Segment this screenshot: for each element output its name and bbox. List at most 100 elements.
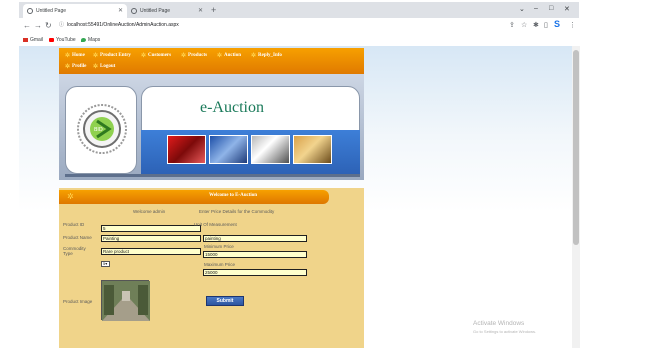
bookmarks-bar: Gmail YouTube Maps	[19, 34, 579, 46]
banner-photo	[209, 135, 248, 164]
site-header-banner: BID e-Auction	[59, 74, 364, 180]
back-icon[interactable]: ←	[23, 21, 31, 30]
bookmark-label: Gmail	[30, 37, 44, 43]
nav-link-reply-info[interactable]: ✲ Reply_Info	[251, 52, 282, 59]
max-price-input[interactable]: 25000	[203, 269, 307, 276]
page-viewport: ✲ Home ✲ Product Entry ✲ Customers ✲ Product…	[19, 46, 580, 348]
profile-icon[interactable]: S	[554, 19, 560, 29]
instruction-text: Enter Price Details for the Commodity	[199, 209, 275, 214]
banner-photo	[167, 135, 206, 164]
youtube-icon	[49, 38, 54, 42]
bookmark-label: Maps	[88, 37, 101, 43]
page-favicon-icon	[27, 8, 33, 14]
min-price-input[interactable]: 15000	[203, 251, 307, 258]
watermark-subtitle: Go to Settings to activate Windows.	[473, 329, 537, 334]
url-field[interactable]: ⓘ localhost:55491/OnlineAuction/AdminAuct…	[59, 21, 179, 28]
gmail-icon	[23, 38, 28, 42]
nav-link-logout[interactable]: ✲ Logout	[93, 63, 115, 70]
site-info-icon[interactable]: ⓘ	[59, 22, 64, 28]
bidding-logo: BID	[77, 104, 127, 154]
nav-link-label: Auction	[224, 53, 241, 58]
commodity-type-label: Commodity Type	[63, 246, 86, 256]
nav-link-label: Product Entry	[100, 53, 131, 58]
nav-link-label: Home	[72, 53, 85, 58]
minimize-icon[interactable]: –	[534, 5, 538, 12]
nav-link-auction[interactable]: ✲ Auction	[217, 52, 241, 59]
nav-link-home[interactable]: ✲ Home	[65, 52, 85, 59]
star-icon: ✲	[217, 53, 223, 59]
commodity-type-input[interactable]: Rare product	[101, 248, 201, 255]
min-price-label: Minimum Price	[204, 244, 234, 249]
header-divider	[65, 174, 360, 177]
max-price-label: Maximum Price	[204, 262, 236, 267]
site-nav-bar: ✲ Home ✲ Product Entry ✲ Customers ✲ Product…	[59, 48, 364, 74]
new-tab-icon[interactable]: +	[211, 5, 216, 15]
maximize-icon[interactable]: □	[549, 5, 553, 12]
menu-icon[interactable]: ⋮	[569, 21, 576, 29]
browser-chrome: Untitled Page ✕ Untitled Page ✕ + ⌄ – □ …	[19, 2, 579, 46]
share-icon[interactable]: ⇪	[509, 21, 515, 29]
banner-photo	[293, 135, 332, 164]
auction-form-panel: ✲ Welcome to E-Auction Welcome admin Ent…	[59, 188, 364, 348]
tab-title: Untitled Page	[36, 8, 67, 14]
product-name-input[interactable]: Painting	[101, 235, 201, 242]
nav-link-label: Logout	[100, 64, 116, 69]
address-bar-row: ← → ↻ ⓘ localhost:55491/OnlineAuction/Adm…	[19, 18, 579, 34]
form-header-bar: ✲ Welcome to E-Auction	[59, 190, 329, 204]
banner-band	[141, 130, 360, 174]
nav-link-label: Reply_Info	[258, 53, 282, 58]
svg-text:BID: BID	[94, 127, 103, 133]
bookmark-youtube[interactable]: YouTube	[49, 37, 76, 43]
product-name-label: Product Name	[63, 235, 92, 240]
nav-link-label: Customers	[148, 53, 172, 58]
close-tab-icon[interactable]: ✕	[198, 7, 203, 14]
windows-activation-watermark: Activate Windows Go to Settings to activ…	[473, 320, 536, 334]
banner-photo	[251, 135, 290, 164]
product-select[interactable]: 5▾	[101, 261, 110, 267]
bookmark-label: YouTube	[56, 37, 76, 43]
product-image	[101, 280, 150, 321]
product-select-value: 5	[103, 261, 106, 266]
star-icon: ✲	[65, 53, 71, 59]
star-icon: ✲	[181, 53, 187, 59]
close-tab-icon[interactable]: ✕	[118, 7, 123, 14]
app-title: e-Auction	[200, 99, 264, 116]
extensions-icon[interactable]: ✱	[533, 21, 539, 29]
nav-link-product-entry[interactable]: ✲ Product Entry	[93, 52, 131, 59]
browser-tab-active[interactable]: Untitled Page ✕	[23, 4, 127, 18]
url-text: localhost:55491/OnlineAuction/AdminAucti…	[67, 22, 179, 28]
tab-search-icon[interactable]: ⌄	[519, 5, 525, 13]
bookmark-maps[interactable]: Maps	[81, 37, 100, 43]
nav-link-label: Products	[188, 53, 208, 58]
product-image-label: Product Image	[63, 299, 93, 304]
page-scrollbar[interactable]	[572, 46, 580, 348]
close-window-icon[interactable]: ✕	[564, 5, 570, 13]
star-icon: ✲	[141, 53, 147, 59]
nav-link-profile[interactable]: ✲ Profile	[65, 63, 86, 70]
star-icon: ✲	[251, 53, 257, 59]
street-painting-image	[102, 281, 150, 321]
star-icon: ✲	[65, 64, 71, 70]
nav-link-customers[interactable]: ✲ Customers	[141, 52, 171, 59]
scrollbar-thumb[interactable]	[573, 50, 579, 245]
logo-panel: BID	[65, 86, 137, 174]
product-id-label: Product ID	[63, 222, 85, 227]
browser-tab[interactable]: Untitled Page ✕	[127, 4, 207, 18]
unit-input[interactable]: painting	[203, 235, 307, 242]
forward-icon[interactable]: →	[34, 21, 42, 30]
watermark-title: Activate Windows	[473, 320, 525, 327]
bookmark-star-icon[interactable]: ☆	[521, 21, 527, 29]
submit-button[interactable]: Submit	[206, 296, 244, 306]
form-heading: Welcome to E-Auction	[209, 193, 258, 198]
page-favicon-icon	[131, 8, 137, 14]
sidepanel-icon[interactable]: ▯	[544, 21, 548, 29]
product-id-input[interactable]: 5	[101, 225, 201, 232]
tab-title: Untitled Page	[140, 8, 171, 14]
nav-link-label: Profile	[72, 64, 87, 69]
welcome-text: Welcome admin	[133, 209, 166, 214]
nav-link-products[interactable]: ✲ Products	[181, 52, 207, 59]
reload-icon[interactable]: ↻	[45, 21, 52, 30]
unit-label: Unit Of Measurement	[194, 222, 237, 227]
star-icon: ✲	[67, 192, 74, 201]
bookmark-gmail[interactable]: Gmail	[23, 37, 43, 43]
